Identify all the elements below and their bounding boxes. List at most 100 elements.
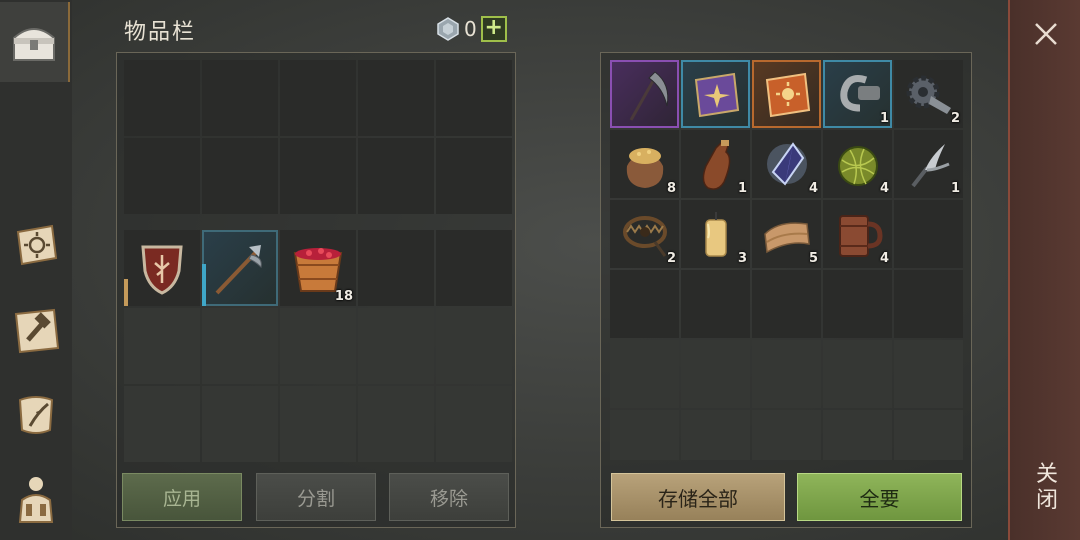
tab-character[interactable] (0, 458, 72, 538)
item-count: 18 (334, 289, 353, 304)
add-gems-button[interactable]: + (480, 16, 507, 42)
storage-slot-locked (894, 340, 963, 408)
inventory-slot[interactable] (436, 138, 512, 214)
equipment-grid: 18 (124, 230, 512, 462)
inventory-slot-locked (280, 308, 356, 384)
item-count: 4 (879, 251, 889, 266)
storage-slot-locked (610, 410, 679, 460)
item-count: 1 (737, 181, 747, 196)
item-count: 8 (666, 181, 676, 196)
tab-skills[interactable] (0, 204, 72, 284)
storage-slot[interactable] (894, 270, 963, 338)
storage-slot-locked (823, 410, 892, 460)
gear-part-icon (906, 75, 951, 114)
item-count: 4 (879, 181, 889, 196)
backpack-character-icon (18, 477, 54, 523)
halberd-icon (215, 245, 262, 295)
chest-icon (13, 28, 55, 61)
tab-crafting[interactable] (0, 290, 72, 370)
inventory-slot-locked (358, 308, 434, 384)
purple-recipe-book-icon (694, 72, 739, 118)
storage-slot-fork-tool[interactable]: 1 (894, 130, 963, 198)
storage-slot[interactable] (823, 270, 892, 338)
remove-button[interactable]: 移除 (389, 473, 509, 521)
storage-slot[interactable] (681, 270, 750, 338)
storage-slot-scythe[interactable] (610, 60, 679, 128)
inventory-slot[interactable] (358, 138, 434, 214)
item-count: 5 (808, 251, 818, 266)
inventory-slot[interactable] (358, 60, 434, 136)
crystal-shard-icon (766, 142, 807, 186)
item-count: 2 (666, 251, 676, 266)
inventory-slot[interactable] (436, 60, 512, 136)
storage-slot-sun-book[interactable] (752, 60, 821, 128)
inventory-slot-halberd[interactable] (202, 230, 278, 306)
inventory-slot-locked (202, 386, 278, 462)
close-label: 关闭 (1035, 462, 1058, 513)
durability-bar (124, 279, 128, 306)
storage-slot-locked (823, 340, 892, 408)
item-count: 3 (737, 251, 747, 266)
inventory-slot-locked (124, 308, 200, 384)
close-panel[interactable]: 关闭 (1008, 0, 1080, 540)
gem-icon (437, 17, 459, 41)
inventory-slot[interactable] (436, 230, 512, 306)
storage-slot[interactable] (752, 270, 821, 338)
inventory-slot[interactable] (124, 60, 200, 136)
scroll-quill-icon (18, 396, 54, 434)
inventory-slot[interactable] (124, 138, 200, 214)
storage-slot[interactable] (610, 270, 679, 338)
shield-icon (141, 245, 183, 295)
inventory-slot-berry-bucket[interactable]: 18 (280, 230, 356, 306)
storage-grid: 1 2 8 1 4 4 1 2 3 5 4 (610, 60, 963, 460)
storage-slot-crystal-shard[interactable]: 4 (752, 130, 821, 198)
inventory-slot-locked (358, 386, 434, 462)
orange-sun-book-icon (765, 72, 810, 118)
metal-hook-icon (839, 75, 880, 112)
storage-slot-locked (752, 340, 821, 408)
storage-slot-locked (894, 410, 963, 460)
inventory-slot-shield[interactable] (124, 230, 200, 306)
storage-slot-grain-sack[interactable]: 8 (610, 130, 679, 198)
fork-tool-icon (910, 144, 950, 188)
storage-slot-gear-part[interactable]: 2 (894, 60, 963, 128)
bear-trap-icon (622, 216, 667, 257)
inventory-slot[interactable] (280, 138, 356, 214)
durability-bar (202, 264, 206, 306)
item-count: 1 (950, 181, 960, 196)
inventory-slot[interactable] (358, 230, 434, 306)
inventory-slot[interactable] (202, 138, 278, 214)
inventory-slot[interactable] (280, 60, 356, 136)
item-count: 1 (879, 111, 889, 126)
inventory-slot-locked (202, 308, 278, 384)
apply-button[interactable]: 应用 (122, 473, 242, 521)
storage-slot-candle[interactable]: 3 (681, 200, 750, 268)
inventory-title: 物品栏 (124, 20, 197, 45)
storage-slot-locked (610, 340, 679, 408)
split-button[interactable]: 分割 (256, 473, 376, 521)
tab-chest[interactable] (0, 2, 70, 82)
folded-cloth-icon (763, 222, 810, 254)
storage-slot-locked (681, 410, 750, 460)
inventory-slot[interactable] (202, 60, 278, 136)
grain-sack-icon (626, 148, 663, 188)
store-all-button[interactable]: 存储全部 (611, 473, 785, 521)
storage-slot-recipe-book[interactable] (681, 60, 750, 128)
storage-slot-cloth[interactable]: 5 (752, 200, 821, 268)
inventory-slot-locked (436, 386, 512, 462)
item-count: 2 (950, 111, 960, 126)
leather-flask-icon (702, 140, 730, 190)
storage-slot-wooden-mug[interactable]: 4 (823, 200, 892, 268)
storage-slot-metal-hook[interactable]: 1 (823, 60, 892, 128)
storage-slot-bear-trap[interactable]: 2 (610, 200, 679, 268)
storage-slot[interactable] (894, 200, 963, 268)
close-icon[interactable] (1032, 20, 1060, 48)
storage-slot-leather-flask[interactable]: 1 (681, 130, 750, 198)
inventory-slot-locked (124, 386, 200, 462)
backpack-grid (124, 60, 512, 214)
storage-slot-plant-fiber[interactable]: 4 (823, 130, 892, 198)
tab-quests[interactable] (0, 374, 72, 454)
plant-fiber-ball-icon (837, 146, 878, 186)
storage-slot-locked (681, 340, 750, 408)
take-all-button[interactable]: 全要 (797, 473, 962, 521)
